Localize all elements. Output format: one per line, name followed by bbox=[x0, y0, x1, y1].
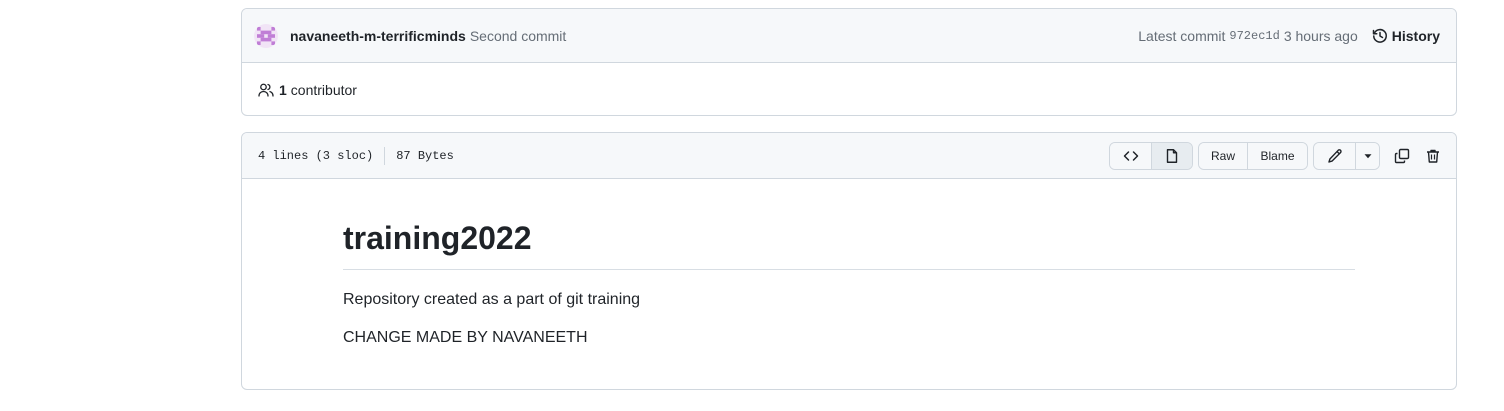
pencil-icon bbox=[1327, 148, 1342, 163]
file-info-divider bbox=[384, 146, 386, 165]
commit-time: 3 hours ago bbox=[1283, 27, 1358, 44]
blame-button[interactable]: Blame bbox=[1247, 142, 1307, 169]
code-icon bbox=[1123, 150, 1138, 161]
identicon-icon bbox=[257, 26, 275, 45]
trash-icon bbox=[1426, 149, 1439, 163]
history-link[interactable]: History bbox=[1372, 28, 1440, 44]
copy-icon bbox=[1394, 148, 1409, 163]
latest-commit-box: navaneeth-m-terrificminds Second commit … bbox=[241, 8, 1457, 116]
readme-paragraph: CHANGE MADE BY NAVANEETH bbox=[343, 329, 588, 347]
file-header: 4 lines (3 sloc) 87 Bytes Raw Blame bbox=[242, 133, 1456, 179]
code-view-button[interactable] bbox=[1110, 142, 1151, 169]
commit-author-link[interactable]: navaneeth-m-terrificminds bbox=[290, 28, 466, 44]
copy-raw-button[interactable] bbox=[1386, 142, 1417, 170]
contributor-count: 1 bbox=[279, 81, 287, 98]
markdown-body: training2022 Repository created as a par… bbox=[242, 179, 1456, 350]
preview-view-button[interactable] bbox=[1151, 142, 1192, 169]
latest-commit-label: Latest commit bbox=[1138, 27, 1226, 44]
commit-header: navaneeth-m-terrificminds Second commit … bbox=[242, 9, 1456, 63]
readme-paragraph: Repository created as a part of git trai… bbox=[343, 291, 641, 309]
commit-message-link[interactable]: Second commit bbox=[470, 28, 566, 44]
triangle-down-icon bbox=[1364, 153, 1371, 158]
edit-dropdown-button[interactable] bbox=[1355, 142, 1379, 169]
raw-blame-group: Raw Blame bbox=[1198, 141, 1308, 170]
avatar[interactable] bbox=[254, 23, 278, 48]
history-label: History bbox=[1391, 27, 1440, 44]
history-icon bbox=[1372, 28, 1387, 43]
file-lines: 4 lines (3 sloc) bbox=[258, 148, 374, 163]
contributors-row[interactable]: 1 contributor bbox=[242, 63, 1456, 115]
raw-button[interactable]: Raw bbox=[1199, 142, 1247, 169]
view-toggle bbox=[1109, 141, 1193, 170]
commit-sha-link[interactable]: 972ec1d bbox=[1229, 29, 1279, 43]
file-viewer: 4 lines (3 sloc) 87 Bytes Raw Blame trai… bbox=[241, 132, 1457, 390]
edit-group bbox=[1313, 141, 1380, 170]
file-size: 87 Bytes bbox=[396, 148, 454, 163]
delete-file-button[interactable] bbox=[1417, 142, 1448, 170]
people-icon bbox=[258, 83, 274, 97]
file-info: 4 lines (3 sloc) 87 Bytes bbox=[258, 146, 454, 165]
edit-button[interactable] bbox=[1314, 142, 1355, 169]
contributor-label: contributor bbox=[290, 81, 357, 98]
readme-heading: training2022 bbox=[343, 219, 1355, 271]
file-icon bbox=[1166, 148, 1178, 163]
